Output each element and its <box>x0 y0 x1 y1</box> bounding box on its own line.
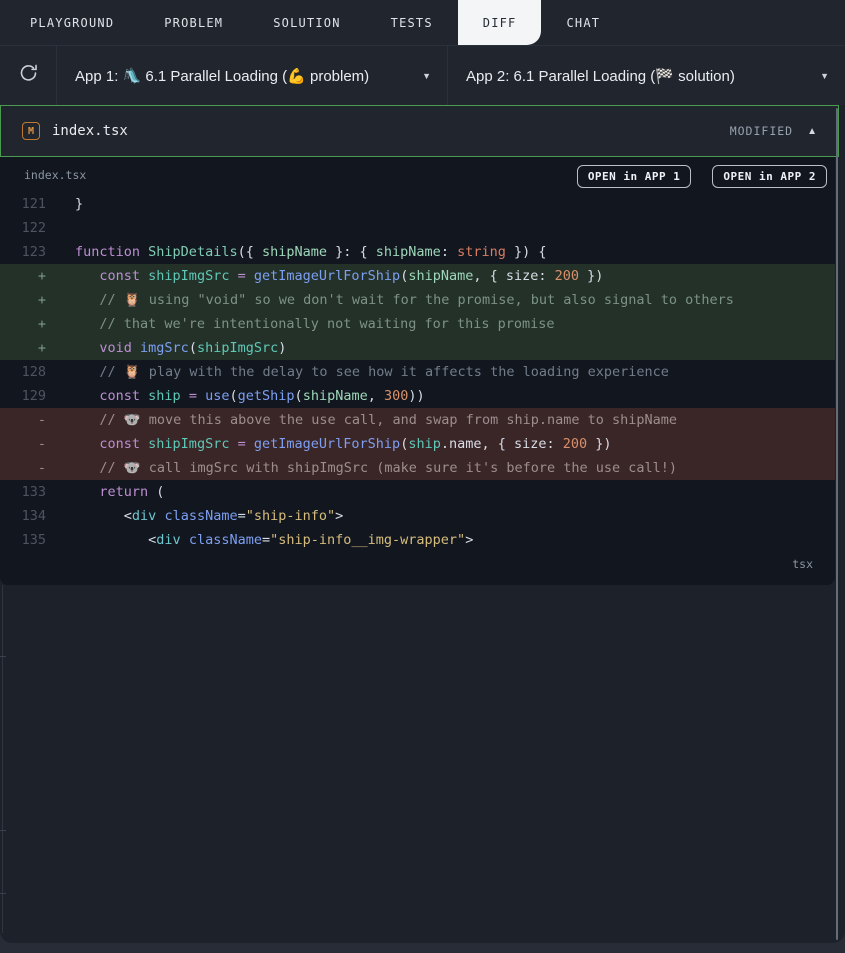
modified-file-badge-icon: M <box>22 122 40 140</box>
code-line: 133 return ( <box>0 480 835 504</box>
code-line: 135 <div className="ship-info__img-wrapp… <box>0 528 835 552</box>
line-number: + <box>37 316 46 332</box>
line-number: 134 <box>21 508 46 524</box>
code-text: // 🐨 move this above the use call, and s… <box>75 412 678 428</box>
app2-select-label: App 2: 6.1 Parallel Loading (🏁 solution) <box>466 67 735 85</box>
code-line: - const shipImgSrc = getImageUrlForShip(… <box>0 432 835 456</box>
code-line: 134 <div className="ship-info"> <box>0 504 835 528</box>
tab-diff[interactable]: DIFF <box>457 0 542 45</box>
code-line: + const shipImgSrc = getImageUrlForShip(… <box>0 264 835 288</box>
code-diff-panel: index.tsx OPEN in APP 1 OPEN in APP 2 12… <box>0 157 835 585</box>
refresh-button[interactable] <box>0 46 57 105</box>
code-panel-header: index.tsx OPEN in APP 1 OPEN in APP 2 <box>0 157 835 192</box>
open-in-app1-button[interactable]: OPEN in APP 1 <box>576 165 692 188</box>
code-text: return ( <box>99 484 165 500</box>
app1-select-label: App 1: 🛝 6.1 Parallel Loading (💪 problem… <box>75 67 370 85</box>
chevron-down-icon: ▼ <box>820 70 829 81</box>
panel-edge-tick <box>0 893 6 894</box>
line-number: + <box>37 268 46 284</box>
open-buttons: OPEN in APP 1 OPEN in APP 2 <box>576 165 827 188</box>
code-lines: 121} 122 123 function ShipDetails({ shipNam… <box>0 192 835 552</box>
code-line: 129 const ship = use(getShip(shipName, 3… <box>0 384 835 408</box>
line-number: 121 <box>21 196 46 212</box>
diff-toolbar: App 1: 🛝 6.1 Parallel Loading (💪 problem… <box>0 45 845 105</box>
code-text: const ship = use(getShip(shipName, 300)) <box>99 388 425 404</box>
line-number: + <box>37 340 46 356</box>
refresh-icon <box>18 63 39 89</box>
code-text: // 🦉 using "void" so we don't wait for t… <box>75 292 734 308</box>
collapse-triangle-icon: ▲ <box>807 125 817 137</box>
status-badge: MODIFIED <box>729 124 794 138</box>
code-panel-filename: index.tsx <box>24 168 87 182</box>
line-number: - <box>37 436 46 452</box>
open-in-app2-button[interactable]: OPEN in APP 2 <box>712 165 827 188</box>
code-line: 128 // 🦉 play with the delay to see how … <box>0 360 835 384</box>
code-text: const shipImgSrc = getImageUrlForShip(sh… <box>99 268 604 284</box>
chevron-down-icon: ▼ <box>422 70 431 81</box>
code-text: <div className="ship-info"> <box>75 508 344 524</box>
code-text: function ShipDetails({ shipName }: { shi… <box>75 244 547 260</box>
panel-edge-tick <box>0 656 6 657</box>
language-label: tsx <box>792 557 813 571</box>
code-text: const shipImgSrc = getImageUrlForShip(sh… <box>99 436 612 452</box>
line-number: + <box>37 292 46 308</box>
code-text: // 🐨 call imgSrc with shipImgSrc (make s… <box>75 460 678 476</box>
line-number: 129 <box>21 388 46 404</box>
line-number: 122 <box>21 220 46 236</box>
code-line: 122 <box>0 216 835 240</box>
code-line: + void imgSrc(shipImgSrc) <box>0 336 835 360</box>
tab-playground[interactable]: PLAYGROUND <box>5 0 139 45</box>
line-number: - <box>37 412 46 428</box>
diff-viewer-app: PLAYGROUND PROBLEM SOLUTION TESTS DIFF C… <box>0 0 845 943</box>
tab-problem[interactable]: PROBLEM <box>139 0 248 45</box>
file-name: index.tsx <box>52 123 128 139</box>
code-text: } <box>75 196 84 212</box>
line-number: 123 <box>21 244 46 260</box>
panel-edge-tick <box>0 830 6 831</box>
line-number: 133 <box>21 484 46 500</box>
code-text: <div className="ship-info__img-wrapper"> <box>75 532 474 548</box>
line-number: - <box>37 460 46 476</box>
code-text: void imgSrc(shipImgSrc) <box>99 340 287 356</box>
app2-select[interactable]: App 2: 6.1 Parallel Loading (🏁 solution)… <box>448 46 845 105</box>
code-line: 121} <box>0 192 835 216</box>
tab-tests[interactable]: TESTS <box>366 0 458 45</box>
code-line: + // 🦉 using "void" so we don't wait for… <box>0 288 835 312</box>
code-line: 123 function ShipDetails({ shipName }: { … <box>0 240 835 264</box>
tab-bar: PLAYGROUND PROBLEM SOLUTION TESTS DIFF C… <box>0 0 845 45</box>
line-number: 128 <box>21 364 46 380</box>
tab-chat[interactable]: CHAT <box>541 0 625 45</box>
vertical-scrollbar[interactable] <box>836 108 838 940</box>
code-line: + // that we're intentionally not waitin… <box>0 312 835 336</box>
line-number: 135 <box>21 532 46 548</box>
app1-select[interactable]: App 1: 🛝 6.1 Parallel Loading (💪 problem… <box>57 46 448 105</box>
panel-edge-divider <box>2 585 3 933</box>
code-text: // 🦉 play with the delay to see how it a… <box>75 364 669 380</box>
file-diff-header[interactable]: M index.tsx MODIFIED ▲ <box>0 105 839 157</box>
code-line: - // 🐨 call imgSrc with shipImgSrc (make… <box>0 456 835 480</box>
tab-solution[interactable]: SOLUTION <box>248 0 365 45</box>
code-text: // that we're intentionally not waiting … <box>75 316 555 332</box>
code-line: - // 🐨 move this above the use call, and… <box>0 408 835 432</box>
